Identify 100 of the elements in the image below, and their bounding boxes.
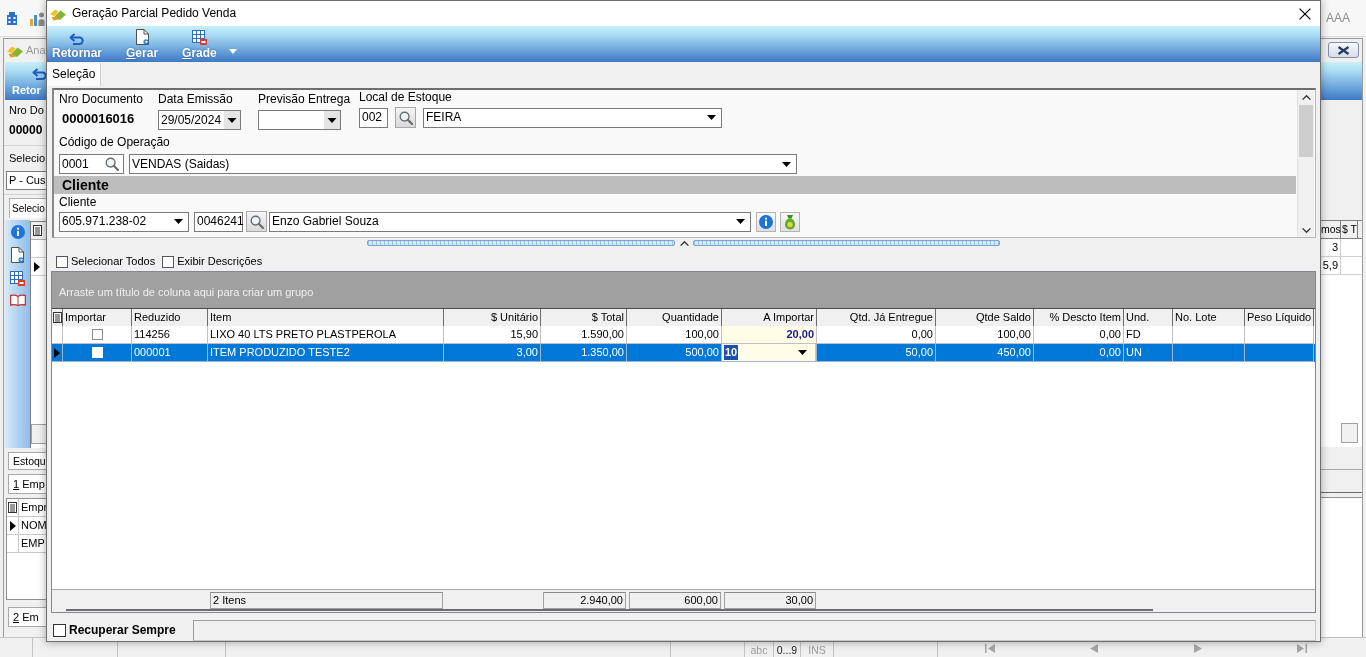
section-header: Cliente xyxy=(54,176,1296,194)
caret-icon[interactable] xyxy=(324,111,340,129)
tab[interactable]: Estoqu xyxy=(8,452,46,470)
splitter-handle[interactable] xyxy=(693,240,1000,246)
search-button[interactable] xyxy=(246,211,267,232)
date-dropdown[interactable]: 29/05/2024 xyxy=(158,110,241,130)
checkbox[interactable] xyxy=(91,329,103,340)
table-cell: 0,00 xyxy=(1034,344,1124,362)
caret-up-icon[interactable] xyxy=(680,240,689,246)
field-label: Previsão Entrega xyxy=(258,92,352,106)
table-cell: 1.350,00 xyxy=(541,344,627,362)
table-cell: UN xyxy=(1124,344,1173,362)
table-cell: ITEM PRODUZIDO TESTE2 xyxy=(208,344,444,362)
caret-icon[interactable] xyxy=(782,161,791,167)
row-pointer-icon xyxy=(34,262,40,272)
caret-icon[interactable] xyxy=(707,115,716,120)
table-cell: 50,00 xyxy=(817,344,936,362)
tab[interactable]: Seleção xyxy=(47,63,102,86)
search-button[interactable] xyxy=(395,107,416,128)
caret-icon[interactable] xyxy=(174,219,183,224)
caret-icon[interactable] xyxy=(736,219,745,224)
search-icon[interactable] xyxy=(105,157,119,171)
chevron-up-icon[interactable] xyxy=(1301,95,1311,100)
close-button[interactable] xyxy=(1328,42,1359,59)
info-icon[interactable] xyxy=(10,225,25,239)
document-dropdown[interactable]: 605.971.238-02 xyxy=(59,211,189,232)
selection-dropdown[interactable]: P - Cus xyxy=(6,171,46,190)
checkbox[interactable] xyxy=(56,256,68,268)
window-title: Geração Parcial Pedido Venda xyxy=(72,6,237,21)
field-label: Local de Estoque xyxy=(359,90,453,104)
table-cell[interactable]: 20,00 xyxy=(722,326,817,344)
chart-icon[interactable] xyxy=(30,10,45,26)
document-number: 0000016016 xyxy=(61,110,136,128)
summary-cell: 2 Itens xyxy=(210,592,443,609)
operation-dropdown[interactable]: VENDAS (Saidas) xyxy=(129,154,797,174)
splitter-handle[interactable] xyxy=(367,240,675,246)
money-bag-icon xyxy=(783,213,797,230)
document-icon xyxy=(135,29,149,45)
row-pointer-icon xyxy=(9,520,16,531)
checkbox[interactable] xyxy=(53,623,66,637)
summary-cell: 600,00 xyxy=(629,592,721,609)
chevron-down-icon[interactable] xyxy=(1301,228,1311,233)
field-label: Código de Operação xyxy=(59,135,171,149)
checkbox-label[interactable]: Selecionar Todos xyxy=(71,255,156,269)
code-field[interactable]: 002 xyxy=(359,107,388,128)
group-hint: Arraste um título de coluna aqui para criar um grupo xyxy=(59,286,314,298)
tab[interactable]: Selecio xyxy=(9,198,46,218)
toolbar-label: AAA xyxy=(1326,10,1350,26)
scrollbar-thumb[interactable] xyxy=(1299,105,1313,157)
table-cell: 3,00 xyxy=(444,344,541,362)
checkbox-label[interactable]: Exibir Descrições xyxy=(177,255,263,269)
document-icon[interactable] xyxy=(11,247,24,263)
book-icon[interactable] xyxy=(9,294,26,306)
code-field[interactable]: 0001 xyxy=(59,154,124,174)
return-arrow-icon xyxy=(69,33,85,45)
info-icon xyxy=(759,214,773,229)
column-header[interactable]: Empr xyxy=(19,500,48,515)
info-button[interactable] xyxy=(756,211,776,232)
table-cell-text: EMP xyxy=(20,536,45,551)
window-title: Ana xyxy=(26,43,46,58)
summary-cell: 30,00 xyxy=(724,592,816,609)
date-dropdown[interactable] xyxy=(258,110,341,130)
field-label: Selecio xyxy=(9,152,46,165)
row-pointer-icon xyxy=(54,347,60,358)
field-label: Nro Do xyxy=(9,104,45,117)
tab[interactable]: 1 Emp xyxy=(8,474,46,494)
summary-cell: 2.940,00 xyxy=(543,592,626,609)
money-bag-button[interactable] xyxy=(780,211,800,232)
table-cell: 450,00 xyxy=(936,344,1034,362)
grid-icon[interactable] xyxy=(10,271,25,286)
table-row[interactable]: 000001 ITEM PRODUZIDO TESTE2 3,00 1.350,00 500,00 10 50,00 450,00 0,00 UN xyxy=(52,344,1315,362)
close-icon[interactable] xyxy=(1299,7,1311,20)
column-chooser-icon[interactable] xyxy=(8,502,17,513)
search-icon xyxy=(398,110,413,125)
checkbox[interactable] xyxy=(162,256,175,268)
field-label: Data Emissão xyxy=(158,92,234,106)
code-field[interactable]: 0046241 xyxy=(194,211,243,232)
column-header[interactable]: $ T xyxy=(1341,220,1358,238)
scroll-button[interactable] xyxy=(1341,423,1358,444)
return-arrow-icon xyxy=(32,68,48,80)
tab[interactable]: 2 Em xyxy=(8,607,46,627)
horizontal-scrollbar[interactable] xyxy=(66,609,1153,611)
table-cell: 000001 xyxy=(132,344,208,362)
grid-icon xyxy=(191,30,207,45)
column-chooser-icon[interactable] xyxy=(33,225,42,236)
location-dropdown[interactable]: FEIRA xyxy=(423,107,722,128)
scroll-button[interactable] xyxy=(31,424,46,444)
table-row[interactable]: 114256 LIXO 40 LTS PRETO PLASTPEROLA 15,90 1.590,00 100,00 20,00 0,00 100,00 0,00 FD xyxy=(52,326,1315,344)
search-icon xyxy=(249,214,264,229)
document-number: 00000 xyxy=(9,123,44,137)
vertical-scrollbar[interactable] xyxy=(1297,90,1314,237)
field-label: Nro Documento xyxy=(59,92,145,106)
quantity-field[interactable]: 10 xyxy=(722,344,816,361)
client-dropdown[interactable]: Enzo Gabriel Souza xyxy=(269,211,751,232)
caret-icon[interactable] xyxy=(224,111,240,129)
field-label: Cliente xyxy=(59,195,98,209)
checkbox-label[interactable]: Recuperar Sempre xyxy=(69,622,176,638)
column-chooser-icon[interactable] xyxy=(52,312,62,323)
caret-icon[interactable] xyxy=(798,350,807,355)
building-icon[interactable] xyxy=(6,11,18,25)
